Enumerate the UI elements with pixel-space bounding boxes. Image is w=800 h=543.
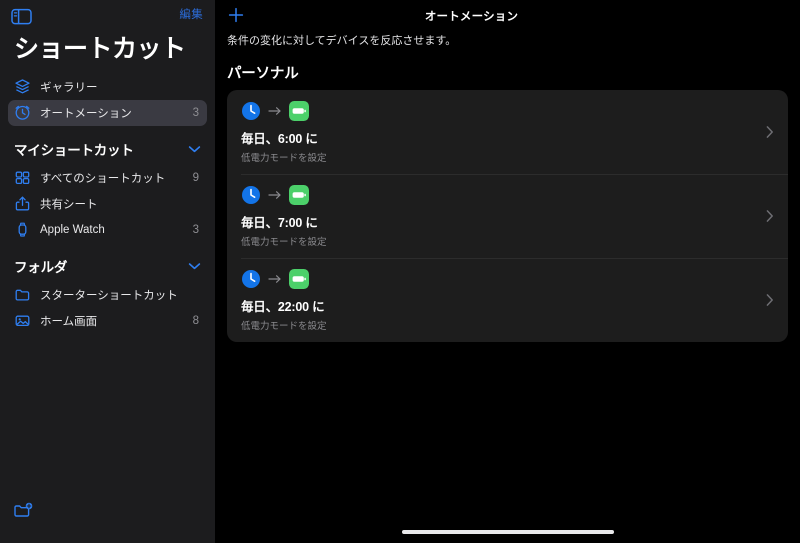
automation-title: 毎日、22:00 に <box>241 300 325 315</box>
clock-icon <box>241 269 261 289</box>
new-folder-button[interactable] <box>13 501 34 519</box>
grid-icon <box>14 169 31 186</box>
sidebar-item-label: すべてのショートカット <box>40 172 166 185</box>
sidebar-item-starter-shortcuts[interactable]: スターターショートカット <box>8 282 207 308</box>
apple-watch-icon <box>14 221 31 238</box>
page-title: オートメーション <box>424 11 519 23</box>
sidebar-item-label: スターターショートカット <box>40 289 178 302</box>
home-indicator <box>401 530 614 534</box>
sidebar-toolbar: 編集 <box>0 0 215 32</box>
layers-icon <box>14 78 31 95</box>
sidebar-item-count: 8 <box>192 314 199 327</box>
main-content: オートメーション 条件の変化に対してデバイスを反応させます。 パーソナル 毎日、… <box>215 0 800 543</box>
sidebar-item-gallery[interactable]: ギャラリー <box>8 74 207 100</box>
sidebar-item-apple-watch[interactable]: Apple Watch 3 <box>8 217 207 243</box>
sidebar-item-count: 3 <box>192 223 199 236</box>
sidebar-item-label: ホーム画面 <box>40 315 98 328</box>
automation-subtitle: 低電力モードを設定 <box>241 237 327 249</box>
automation-icons <box>241 101 774 122</box>
clock-icon <box>241 101 261 121</box>
sidebar-section-header-my-shortcuts[interactable]: マイショートカット <box>14 139 201 159</box>
sidebar: 編集 ショートカット ギャラリー オートメーション 3 マイショートカット すべ… <box>0 0 215 543</box>
arrow-right-icon <box>268 190 282 200</box>
automation-icons <box>241 185 774 206</box>
sidebar-item-label: Apple Watch <box>40 223 105 236</box>
clock-icon <box>241 185 261 205</box>
sidebar-section-header-folders[interactable]: フォルダ <box>14 256 201 276</box>
photo-icon <box>14 312 31 329</box>
automation-list-card: 毎日、6:00 に 低電力モードを設定 毎日、7:00 に 低電力モードを設定 … <box>227 90 788 343</box>
edit-button[interactable]: 編集 <box>179 10 203 22</box>
sidebar-item-label: オートメーション <box>40 107 132 120</box>
arrow-right-icon <box>268 106 282 116</box>
table-row[interactable]: 毎日、6:00 に 低電力モードを設定 <box>227 90 788 174</box>
battery-icon <box>289 101 309 122</box>
sidebar-item-count: 9 <box>192 171 199 184</box>
table-row[interactable]: 毎日、7:00 に 低電力モードを設定 <box>227 174 788 258</box>
share-icon <box>14 195 31 212</box>
automation-subtitle: 低電力モードを設定 <box>241 153 327 165</box>
battery-icon <box>289 269 309 290</box>
battery-icon <box>289 185 309 206</box>
automation-icons <box>241 269 774 290</box>
chevron-down-icon[interactable] <box>188 262 201 270</box>
sidebar-section-title: マイショートカット <box>14 142 134 158</box>
shortcuts-app-window: 編集 ショートカット ギャラリー オートメーション 3 マイショートカット すべ… <box>0 0 800 543</box>
sidebar-item-share-sheet[interactable]: 共有シート <box>8 191 207 217</box>
sidebar-item-home-screen[interactable]: ホーム画面 8 <box>8 308 207 334</box>
app-title: ショートカット <box>14 35 186 63</box>
section-title-personal: パーソナル <box>227 66 299 83</box>
page-subtitle: 条件の変化に対してデバイスを反応させます。 <box>227 35 457 47</box>
folder-icon <box>14 286 31 303</box>
automation-title: 毎日、6:00 に <box>241 132 318 147</box>
table-row[interactable]: 毎日、22:00 に 低電力モードを設定 <box>227 258 788 342</box>
sidebar-item-all-shortcuts[interactable]: すべてのショートカット 9 <box>8 165 207 191</box>
chevron-down-icon[interactable] <box>188 145 201 153</box>
sidebar-toggle-icon[interactable] <box>11 8 32 25</box>
sidebar-item-label: 共有シート <box>40 198 98 211</box>
sidebar-section-title: フォルダ <box>14 259 68 275</box>
automation-title: 毎日、7:00 に <box>241 216 318 231</box>
sidebar-item-count: 3 <box>192 106 199 119</box>
main-toolbar: オートメーション <box>215 0 800 32</box>
automation-subtitle: 低電力モードを設定 <box>241 321 327 333</box>
sidebar-item-label: ギャラリー <box>40 81 98 94</box>
sidebar-item-automation[interactable]: オートメーション 3 <box>8 99 207 126</box>
new-folder-icon <box>13 501 34 519</box>
clock-circle-icon <box>14 104 31 121</box>
arrow-right-icon <box>268 274 282 284</box>
